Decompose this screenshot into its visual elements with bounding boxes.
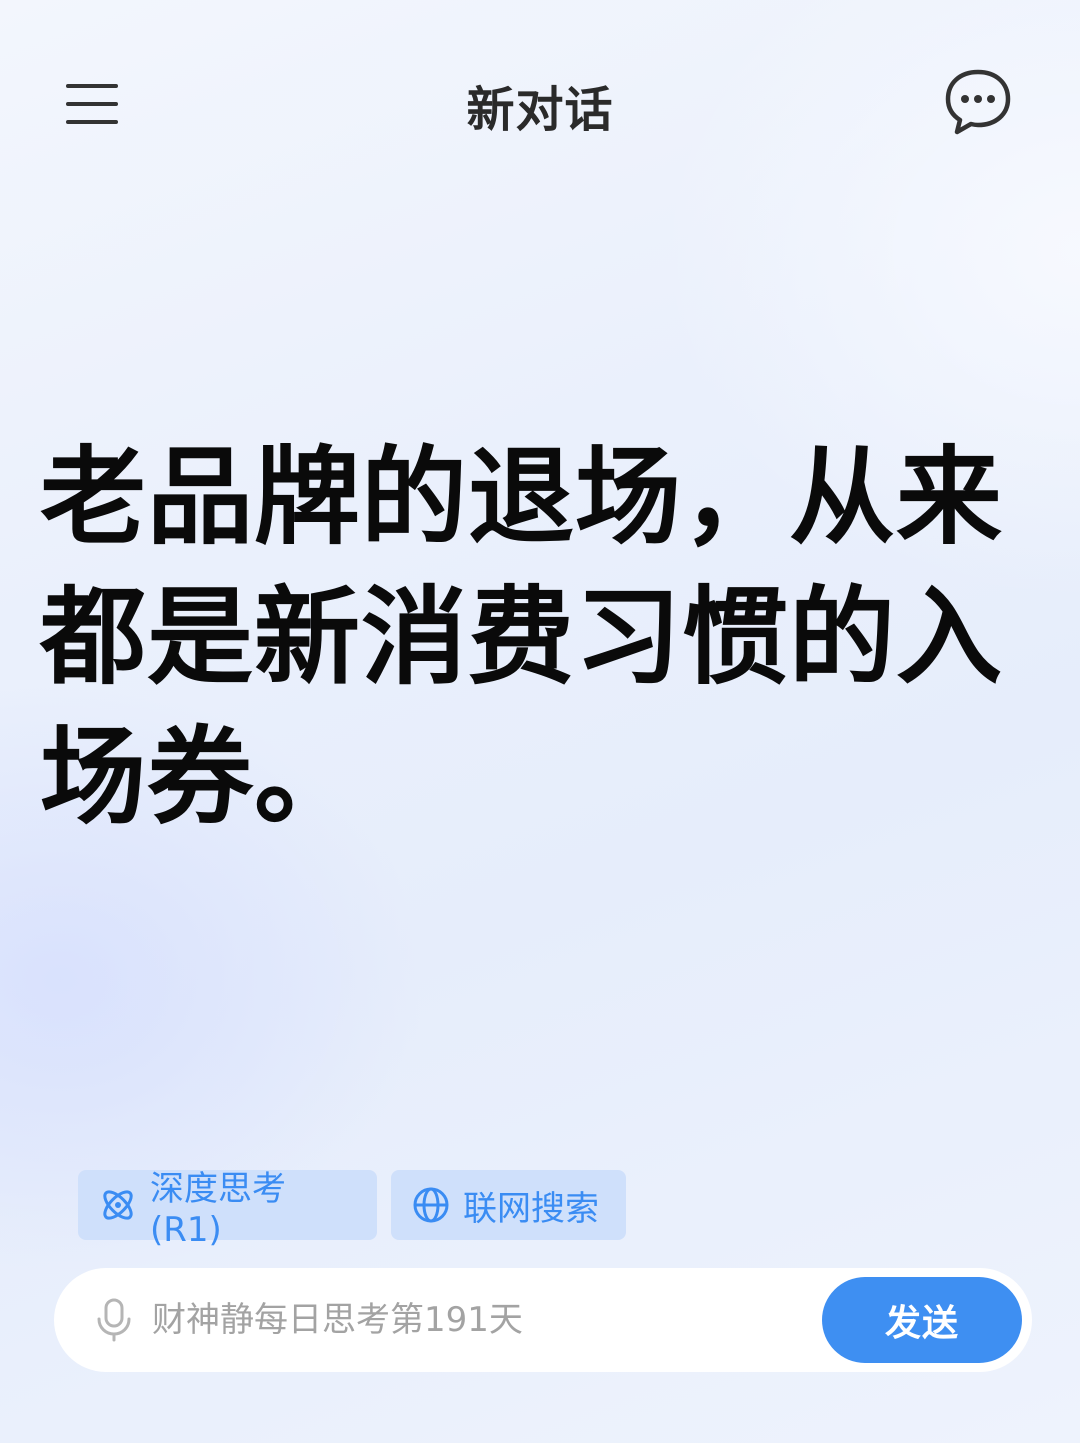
message-input[interactable] [152,1290,802,1350]
headline-text: 老品牌的退场，从来都是新消费习惯的入场券。 [40,436,1003,839]
voice-input-button[interactable] [94,1298,134,1342]
globe-icon [411,1185,451,1225]
deep-think-label: 深度思考(R1) [150,1168,286,1250]
message-input-bar: 发送 [54,1268,1032,1372]
microphone-icon [97,1298,131,1342]
web-search-chip[interactable]: 联网搜索 [391,1170,626,1240]
web-search-label: 联网搜索 [463,1188,599,1229]
top-bar: 新对话 [0,0,1080,200]
feature-chips: 深度思考(R1) 联网搜索 [78,1169,626,1250]
chat-button[interactable] [940,66,1016,138]
page-title: 新对话 [466,82,614,138]
atom-icon [98,1185,138,1225]
deep-think-chip[interactable]: 深度思考(R1) [78,1169,377,1250]
send-button[interactable]: 发送 [822,1277,1022,1363]
chat-bubble-icon [945,69,1011,135]
